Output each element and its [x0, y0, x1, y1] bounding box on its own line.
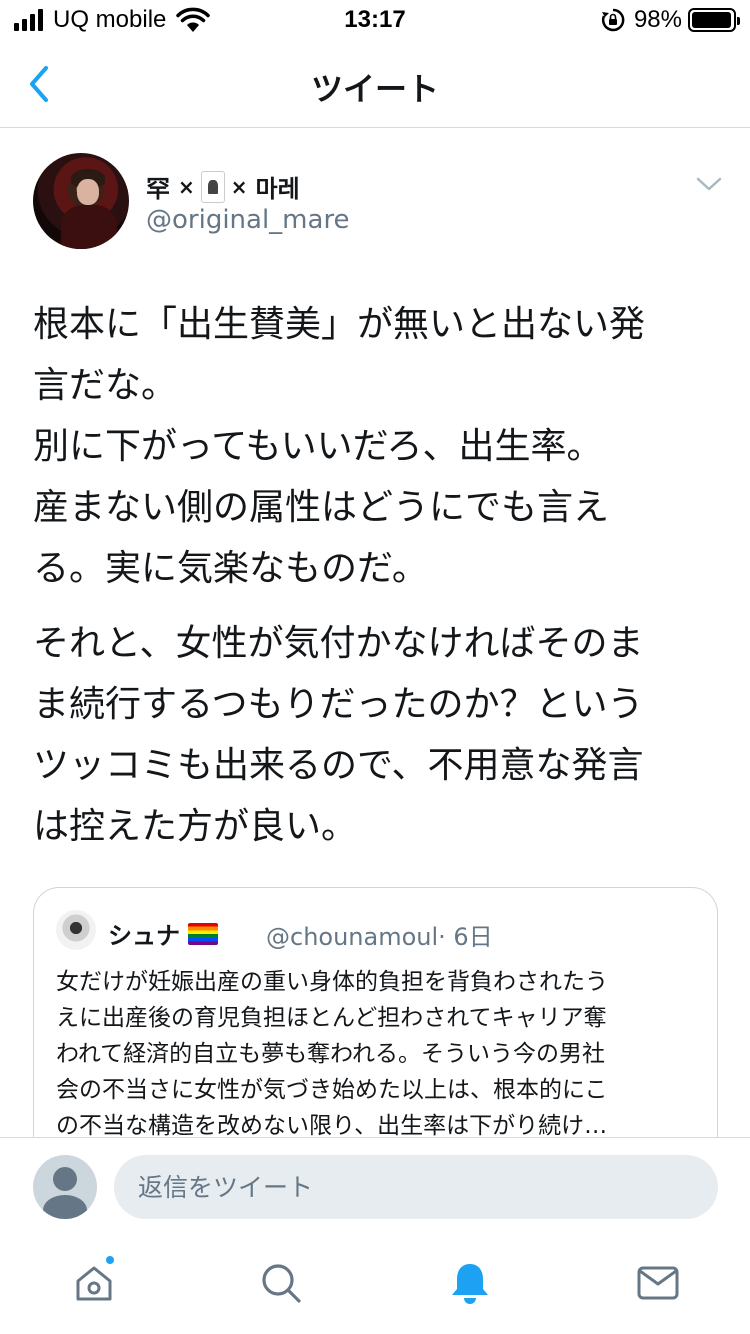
notifications-icon[interactable]	[446, 1259, 494, 1307]
tweet-paragraph-2: それと、女性が気付かなければそのま ま続行するつもりだったのか？という ツッコミ…	[33, 613, 723, 857]
author-avatar[interactable]	[33, 153, 129, 249]
tweet-line: それと、女性が気付かなければそのま	[33, 623, 644, 664]
battery-percent: 98%	[633, 6, 682, 33]
status-bar: UQ mobile 13:17 98%	[0, 0, 750, 40]
nav-header: ツイート	[0, 40, 750, 128]
tweet-line: ツッコミも出来るので、不用意な発言	[33, 745, 644, 786]
quoted-tweet[interactable]: シュナ @chounamoul· 6日 女だけが妊娠出産の重い身体的負担を背負わ…	[33, 887, 718, 1147]
name-sep2: ×	[230, 174, 248, 199]
rainbow-flag-icon	[188, 922, 218, 945]
quote-line: 女だけが妊娠出産の重い身体的負担を背負わされたう	[56, 969, 608, 995]
home-notification-dot	[104, 1254, 116, 1266]
messages-icon[interactable]	[634, 1259, 682, 1307]
user-avatar	[33, 1155, 97, 1219]
tweet-line: は控えた方が良い。	[33, 806, 358, 847]
reply-input[interactable]	[114, 1155, 718, 1219]
quote-line: えに出産後の育児負担ほとんど担わされてキャリア奪	[56, 1005, 607, 1031]
quote-handle-time: @chounamoul· 6日	[266, 917, 493, 952]
rotation-lock-icon	[601, 8, 625, 32]
tweet-menu-button[interactable]	[694, 173, 724, 195]
home-icon[interactable]	[70, 1259, 118, 1307]
battery-fill	[692, 12, 732, 28]
chevron-down-icon	[696, 177, 722, 191]
status-right: 98%	[600, 6, 740, 34]
tab-bar	[0, 1237, 750, 1334]
page-title: ツイート	[310, 70, 439, 108]
reply-bar	[0, 1137, 750, 1237]
name-part1: 罕	[146, 175, 170, 203]
quote-time: · 6日	[438, 923, 493, 951]
search-icon[interactable]	[257, 1259, 305, 1307]
tweet-line: る。実に気楽なものだ。	[33, 548, 428, 589]
name-sep1: ×	[178, 174, 195, 199]
name-part2: 마레	[255, 175, 300, 203]
author-display-name[interactable]: 罕 × × 마레	[146, 169, 300, 204]
tweet-line: ま続行するつもりだったのか？という	[33, 684, 644, 725]
battery-icon	[688, 8, 740, 32]
tweet-line: 別に下がってもいいだろ、出生率。	[33, 426, 603, 467]
quote-name-text: シュナ	[108, 922, 180, 950]
quote-line: われて経済的自立も夢も奪われる。そういう今の男社	[56, 1041, 606, 1067]
quote-text: 女だけが妊娠出産の重い身体的負担を背負わされたう えに出産後の育児負担ほとんど担…	[56, 964, 696, 1144]
joker-card-icon	[200, 170, 225, 203]
quote-avatar	[56, 910, 96, 950]
tweet-paragraph-1: 根本に「出生賛美」が無いと出ない発 言だな。 別に下がってもいいだろ、出生率。 …	[33, 294, 723, 599]
tweet-line: 根本に「出生賛美」が無いと出ない発	[33, 304, 646, 345]
quote-display-name: シュナ	[108, 916, 218, 951]
tweet-line: 産まない側の属性はどうにでも言え	[33, 487, 610, 528]
quote-line: 会の不当さに女性が気づき始めた以上は、根本的にこ	[56, 1077, 608, 1103]
author-handle[interactable]: @original_mare	[146, 205, 350, 235]
tweet-text: 根本に「出生賛美」が無いと出ない発 言だな。 別に下がってもいいだろ、出生率。 …	[33, 294, 723, 871]
quote-handle: @chounamoul	[266, 923, 439, 951]
tweet-line: 言だな。	[33, 365, 178, 406]
